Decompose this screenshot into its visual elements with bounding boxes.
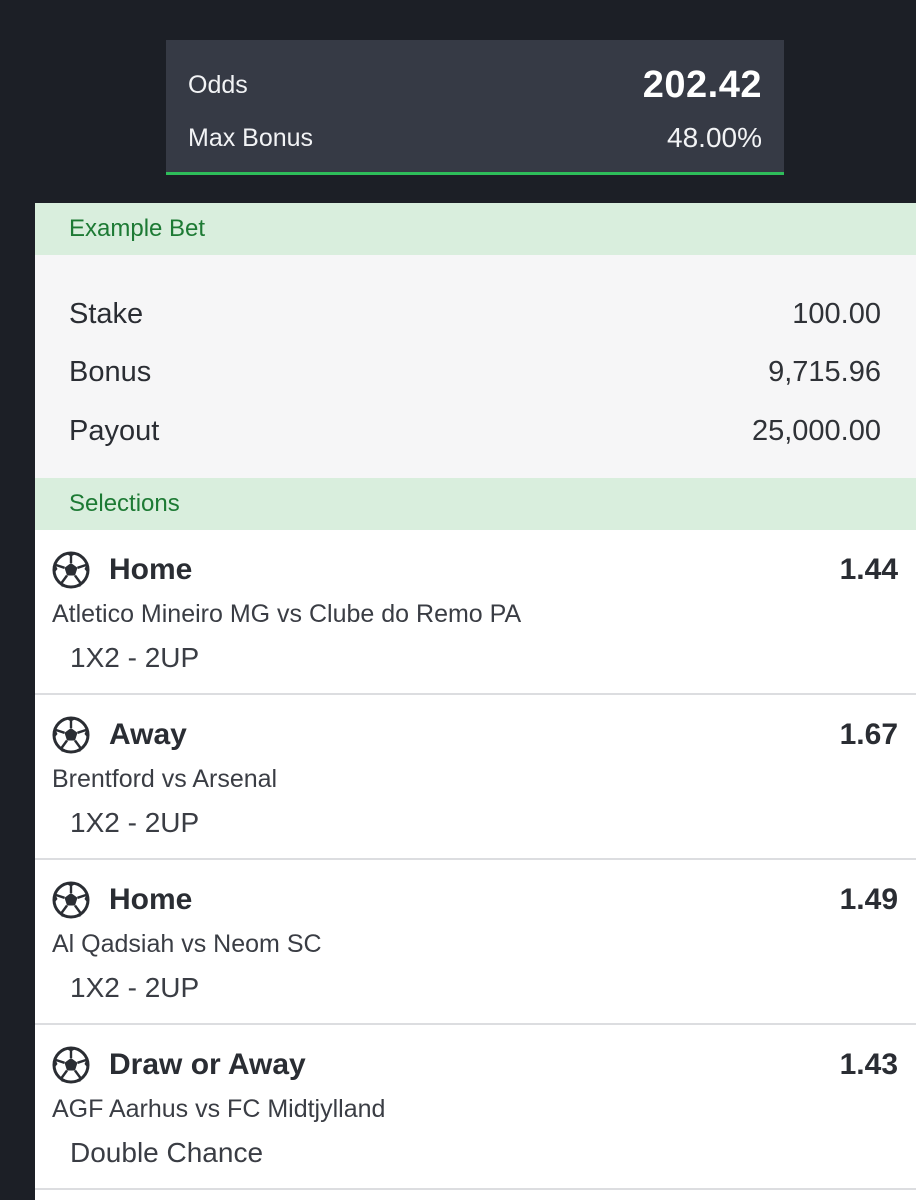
odds-label: Odds xyxy=(188,70,248,99)
selections-header: Selections xyxy=(35,478,916,530)
selection-match: Al Qadsiah vs Neom SC xyxy=(52,930,322,958)
selection-match: Atletico Mineiro MG vs Clube do Remo PA xyxy=(52,600,522,628)
selection-market: Double Chance xyxy=(70,1137,264,1168)
selection-pick: Home xyxy=(109,883,193,916)
stake-value: 100.00 xyxy=(792,297,881,330)
selection-match: AGF Aarhus vs FC Midtjylland xyxy=(52,1095,386,1123)
max-bonus-row: Max Bonus 48.00% xyxy=(188,120,762,156)
bonus-row: Bonus 9,715.96 xyxy=(35,344,916,403)
stake-label: Stake xyxy=(69,297,144,330)
bet-details-panel: Example Bet Stake 100.00 Bonus 9,715.96 … xyxy=(35,203,916,1200)
soccer-ball-icon xyxy=(52,716,90,754)
max-bonus-label: Max Bonus xyxy=(188,123,314,152)
soccer-ball-icon xyxy=(52,881,90,919)
odds-row: Odds 202.42 xyxy=(188,62,762,108)
selection-pick: Draw or Away xyxy=(109,1048,306,1081)
bet-summary-card: Odds 202.42 Max Bonus 48.00% xyxy=(166,40,784,175)
selection-pick: Home xyxy=(109,553,193,586)
payout-value: 25,000.00 xyxy=(751,414,881,447)
example-bet-header: Example Bet xyxy=(35,203,916,255)
selection-odds: 1.43 xyxy=(839,1048,898,1081)
soccer-ball-icon xyxy=(52,1046,90,1084)
example-bet-body: Stake 100.00 Bonus 9,715.96 Payout 25,00… xyxy=(35,255,916,478)
soccer-ball-icon xyxy=(52,551,90,589)
payout-row: Payout 25,000.00 xyxy=(35,402,916,461)
selection-item[interactable]: Home 1.44 Atletico Mineiro MG vs Clube d… xyxy=(35,530,916,695)
selection-item[interactable]: Draw or Away 1.43 AGF Aarhus vs FC Midtj… xyxy=(35,1025,916,1190)
bonus-label: Bonus xyxy=(69,356,152,389)
selection-odds: 1.67 xyxy=(839,718,898,751)
max-bonus-value: 48.00% xyxy=(667,122,762,153)
stake-row: Stake 100.00 xyxy=(35,285,916,344)
selection-market: 1X2 - 2UP xyxy=(70,807,200,838)
selection-odds: 1.44 xyxy=(839,553,898,586)
selection-pick: Away xyxy=(109,718,187,751)
selection-odds: 1.49 xyxy=(839,883,898,916)
payout-label: Payout xyxy=(69,414,160,447)
selection-item[interactable]: Home 1.49 Al Qadsiah vs Neom SC 1X2 - 2U… xyxy=(35,860,916,1025)
total-odds-value: 202.42 xyxy=(642,63,762,106)
selection-item[interactable]: Away 1.67 Brentford vs Arsenal 1X2 - 2UP xyxy=(35,695,916,860)
selection-market: 1X2 - 2UP xyxy=(70,642,200,673)
selection-match: Brentford vs Arsenal xyxy=(52,765,278,793)
bonus-value: 9,715.96 xyxy=(768,356,881,389)
selection-market: 1X2 - 2UP xyxy=(70,972,200,1003)
